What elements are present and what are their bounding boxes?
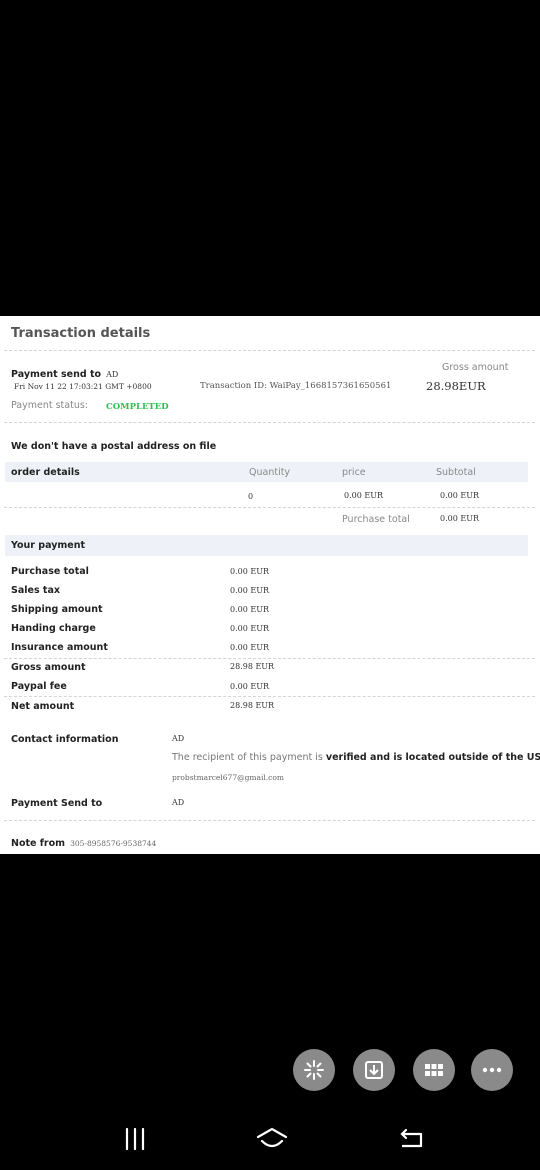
payment-row-value: 28.98 EUR [230, 662, 275, 671]
more-icon [482, 1067, 502, 1073]
order-details-heading: order details [11, 467, 80, 478]
payment-send-value: AD [106, 370, 119, 379]
payment-row-label: Net amount [11, 701, 75, 712]
payment-row-label: Handing charge [11, 623, 96, 634]
payment-send-label: Payment send to [11, 369, 102, 380]
divider [4, 820, 535, 821]
grid-button[interactable] [413, 1049, 455, 1091]
more-button[interactable] [471, 1049, 513, 1091]
divider [4, 422, 535, 423]
transaction-id: Transaction ID: WaiPay_1668157361650561 [200, 381, 392, 391]
scan-icon [304, 1060, 324, 1080]
note-from: Note from 305-8958576-9538744 [11, 831, 156, 850]
purchase-total-label: Purchase total [342, 514, 410, 525]
scan-button[interactable] [293, 1049, 335, 1091]
purchase-total-value: 0.00 EUR [440, 514, 479, 523]
recipient-prefix: The recipient of this payment is [172, 752, 323, 763]
postal-notice: We don't have a postal address on file [11, 441, 217, 452]
payment-row-label: Gross amount [11, 662, 86, 673]
contact-name: AD [172, 734, 185, 743]
download-icon [365, 1061, 383, 1079]
col-quantity: Quantity [249, 467, 291, 478]
transaction-document: Transaction details Payment send to AD G… [0, 316, 540, 854]
payment-row-label: Paypal fee [11, 681, 67, 692]
divider [4, 350, 535, 351]
gross-amount-label: Gross amount [442, 362, 509, 373]
payment-row-label: Purchase total [11, 566, 89, 577]
payment-send-to-label: Payment Send to [11, 798, 103, 809]
payment-row-value: 0.00 EUR [230, 586, 269, 595]
recipient-status: The recipient of this payment is verifie… [172, 752, 540, 763]
home-icon[interactable] [255, 1124, 289, 1154]
payment-row-value: 0.00 EUR [230, 682, 269, 691]
recipient-verified: verified and is located outside of the U… [325, 752, 540, 763]
payment-row-label: Shipping amount [11, 604, 103, 615]
your-payment-heading: Your payment [11, 540, 86, 551]
contact-label: Contact information [11, 734, 119, 745]
grid-icon [425, 1064, 443, 1076]
order-subtotal: 0.00 EUR [440, 491, 479, 500]
order-quantity: 0 [248, 492, 254, 501]
payment-row-value: 0.00 EUR [230, 624, 269, 633]
divider [4, 507, 535, 508]
payment-row-value: 0.00 EUR [230, 643, 269, 652]
payment-row-label: Insurance amount [11, 642, 108, 653]
page-title: Transaction details [11, 326, 151, 341]
payment-row-value: 0.00 EUR [230, 567, 269, 576]
recent-apps-icon[interactable] [120, 1124, 150, 1154]
gross-amount-value: 28.98EUR [426, 379, 486, 393]
order-price: 0.00 EUR [344, 491, 383, 500]
divider [4, 696, 535, 697]
transaction-date: Fri Nov 11 22 17:03:21 GMT +0800 [14, 382, 152, 391]
payment-send-to-value: AD [172, 798, 185, 807]
note-label: Note from [11, 838, 66, 849]
payment-send-to: Payment send to AD [11, 362, 118, 381]
payment-row-label: Sales tax [11, 585, 60, 596]
contact-email: probstmarcel677@gmail.com [172, 773, 284, 782]
download-button[interactable] [353, 1049, 395, 1091]
status-label: Payment status: [11, 400, 89, 411]
back-icon[interactable] [397, 1124, 427, 1154]
payment-row-value: 28.98 EUR [230, 701, 275, 710]
col-subtotal: Subtotal [436, 467, 476, 478]
divider [4, 658, 535, 659]
payment-row-value: 0.00 EUR [230, 605, 269, 614]
note-value: 305-8958576-9538744 [70, 839, 157, 848]
col-price: price [342, 467, 366, 478]
status-badge: COMPLETED [106, 402, 169, 412]
